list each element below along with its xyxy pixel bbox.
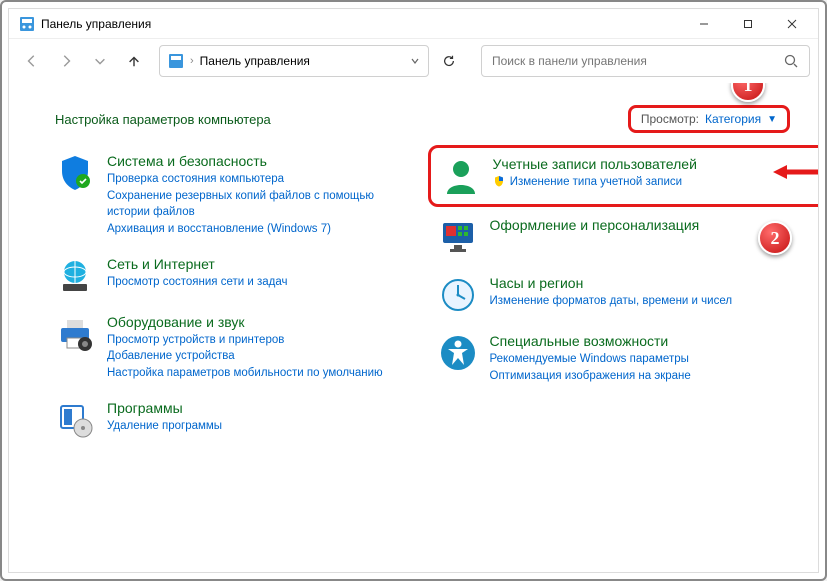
category-link[interactable]: Сохранение резервных копий файлов с помо… (107, 188, 408, 221)
category-link[interactable]: Просмотр состояния сети и задач (107, 274, 408, 291)
view-value[interactable]: Категория (705, 112, 761, 126)
programs-icon (55, 400, 95, 440)
clock-icon (438, 275, 478, 315)
category-link[interactable]: Просмотр устройств и принтеров (107, 332, 408, 349)
recent-button[interactable] (85, 46, 115, 76)
callout-badge-1: 1 (731, 83, 765, 102)
content-area: Настройка параметров компьютера Просмотр… (9, 83, 818, 572)
control-panel-window: Панель управления › Панель управления На… (8, 8, 819, 573)
up-button[interactable] (119, 46, 149, 76)
user-icon (441, 156, 481, 196)
right-column: Учетные записи пользователей Изменение т… (438, 153, 791, 440)
search-icon (783, 53, 799, 69)
category-link[interactable]: Архивация и восстановление (Windows 7) (107, 221, 408, 238)
network-icon (55, 256, 95, 296)
category-appearance: Оформление и персонализация (438, 217, 791, 257)
control-panel-small-icon (168, 53, 184, 69)
view-label: Просмотр: (641, 112, 699, 126)
category-title[interactable]: Специальные возможности (490, 333, 791, 349)
search-input[interactable] (492, 54, 783, 68)
category-system-security: Система и безопасность Проверка состояни… (55, 153, 408, 238)
category-title[interactable]: Часы и регион (490, 275, 791, 291)
category-link[interactable]: Изменение типа учетной записи (493, 174, 788, 191)
category-user-accounts: Учетные записи пользователей Изменение т… (441, 156, 788, 196)
shield-icon (55, 153, 95, 193)
close-button[interactable] (770, 9, 814, 39)
accessibility-icon (438, 333, 478, 373)
search-box[interactable] (481, 45, 810, 77)
arrow-icon (771, 162, 818, 187)
chevron-down-icon[interactable] (410, 56, 420, 66)
breadcrumb-item[interactable]: Панель управления (200, 54, 310, 68)
control-panel-icon (19, 16, 35, 32)
refresh-button[interactable] (433, 45, 465, 77)
navbar: › Панель управления (9, 39, 818, 83)
forward-button[interactable] (51, 46, 81, 76)
back-button[interactable] (17, 46, 47, 76)
category-title[interactable]: Учетные записи пользователей (493, 156, 788, 172)
maximize-button[interactable] (726, 9, 770, 39)
page-title: Настройка параметров компьютера (55, 112, 628, 127)
minimize-button[interactable] (682, 9, 726, 39)
category-network: Сеть и Интернет Просмотр состояния сети … (55, 256, 408, 296)
category-title[interactable]: Оборудование и звук (107, 314, 408, 330)
address-bar[interactable]: › Панель управления (159, 45, 429, 77)
category-hardware-sound: Оборудование и звук Просмотр устройств и… (55, 314, 408, 382)
monitor-icon (438, 217, 478, 257)
titlebar: Панель управления (9, 9, 818, 39)
category-link[interactable]: Проверка состояния компьютера (107, 171, 408, 188)
view-selector-highlight: Просмотр: Категория ▼ 1 (628, 105, 790, 133)
category-link[interactable]: Оптимизация изображения на экране (490, 368, 791, 385)
category-programs: Программы Удаление программы (55, 400, 408, 440)
callout-badge-2: 2 (758, 221, 792, 255)
left-column: Система и безопасность Проверка состояни… (55, 153, 408, 440)
user-accounts-highlight: Учетные записи пользователей Изменение т… (428, 145, 819, 207)
category-link[interactable]: Настройка параметров мобильности по умол… (107, 365, 408, 382)
category-title[interactable]: Программы (107, 400, 408, 416)
category-link[interactable]: Добавление устройства (107, 348, 408, 365)
category-accessibility: Специальные возможности Рекомендуемые Wi… (438, 333, 791, 384)
category-title[interactable]: Оформление и персонализация (490, 217, 791, 233)
category-link[interactable]: Изменение форматов даты, времени и чисел (490, 293, 791, 310)
uac-shield-icon (493, 175, 505, 187)
category-title[interactable]: Сеть и Интернет (107, 256, 408, 272)
category-clock-region: Часы и регион Изменение форматов даты, в… (438, 275, 791, 315)
printer-icon (55, 314, 95, 354)
category-title[interactable]: Система и безопасность (107, 153, 408, 169)
category-link[interactable]: Удаление программы (107, 418, 408, 435)
category-link[interactable]: Рекомендуемые Windows параметры (490, 351, 791, 368)
breadcrumb-sep: › (190, 55, 194, 67)
chevron-down-icon[interactable]: ▼ (767, 114, 777, 125)
window-title: Панель управления (41, 17, 682, 31)
